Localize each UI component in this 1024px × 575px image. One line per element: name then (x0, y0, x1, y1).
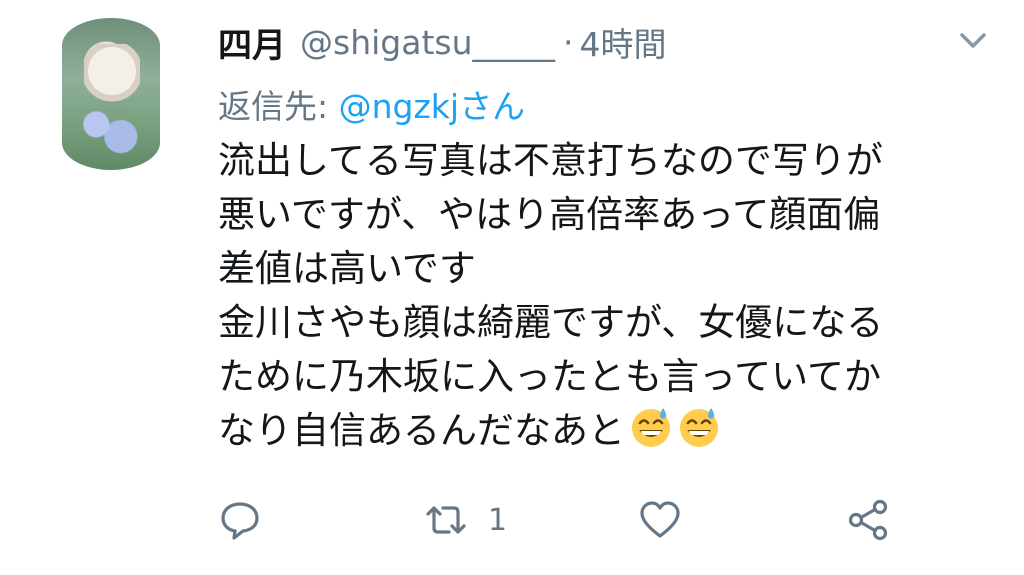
avatar[interactable] (62, 18, 160, 170)
tweet-text-line: 差値は高いです (218, 247, 476, 290)
heart-icon (640, 501, 680, 538)
user-handle[interactable]: @shigatsu_____ (300, 23, 555, 62)
tweet-text-last-line: なり自信あるんだなあと (218, 404, 1008, 458)
tweet-text-line: 悪いですが、やはり高倍率あって顔面偏 (218, 193, 881, 236)
display-name[interactable]: 四月 (218, 18, 286, 67)
grinning-sweat-emoji-icon (680, 408, 718, 447)
reply-icon (221, 502, 259, 540)
retweet-button[interactable]: 1 (424, 498, 507, 542)
chevron-down-icon[interactable] (958, 30, 988, 52)
tweet-text: 流出してる写真は不意打ちなので写りが 悪いですが、やはり高倍率あって顔面偏 差値… (218, 134, 1008, 458)
tweet-text-line: 流出してる写真は不意打ちなので写りが (218, 139, 883, 182)
grinning-sweat-emoji-icon (632, 408, 670, 447)
reply-prefix: 返信先: (218, 87, 339, 126)
tweet-actions: 1 (0, 498, 1024, 548)
reply-button[interactable] (218, 498, 262, 542)
tweet-text-line: なり自信あるんだなあと (218, 409, 625, 452)
reply-mention-link[interactable]: @ngzkjさん (339, 87, 525, 126)
separator-dot: · (563, 22, 574, 62)
share-icon (848, 499, 888, 541)
tweet-text-line: 金川さやも顔は綺麗ですが、女優になる (218, 301, 884, 344)
tweet-header: 四月 @shigatsu_____ · 4時間 (218, 18, 1024, 66)
like-button[interactable] (638, 498, 682, 542)
retweet-icon (426, 506, 466, 534)
tweet-text-line: ために乃木坂に入ったとも言っていてか (218, 355, 882, 398)
retweet-count: 1 (488, 502, 508, 538)
reply-to-line: 返信先: @ngzkjさん (218, 80, 525, 128)
timestamp[interactable]: 4時間 (580, 18, 667, 66)
avatar-cat-image (84, 44, 140, 104)
share-button[interactable] (846, 498, 890, 542)
